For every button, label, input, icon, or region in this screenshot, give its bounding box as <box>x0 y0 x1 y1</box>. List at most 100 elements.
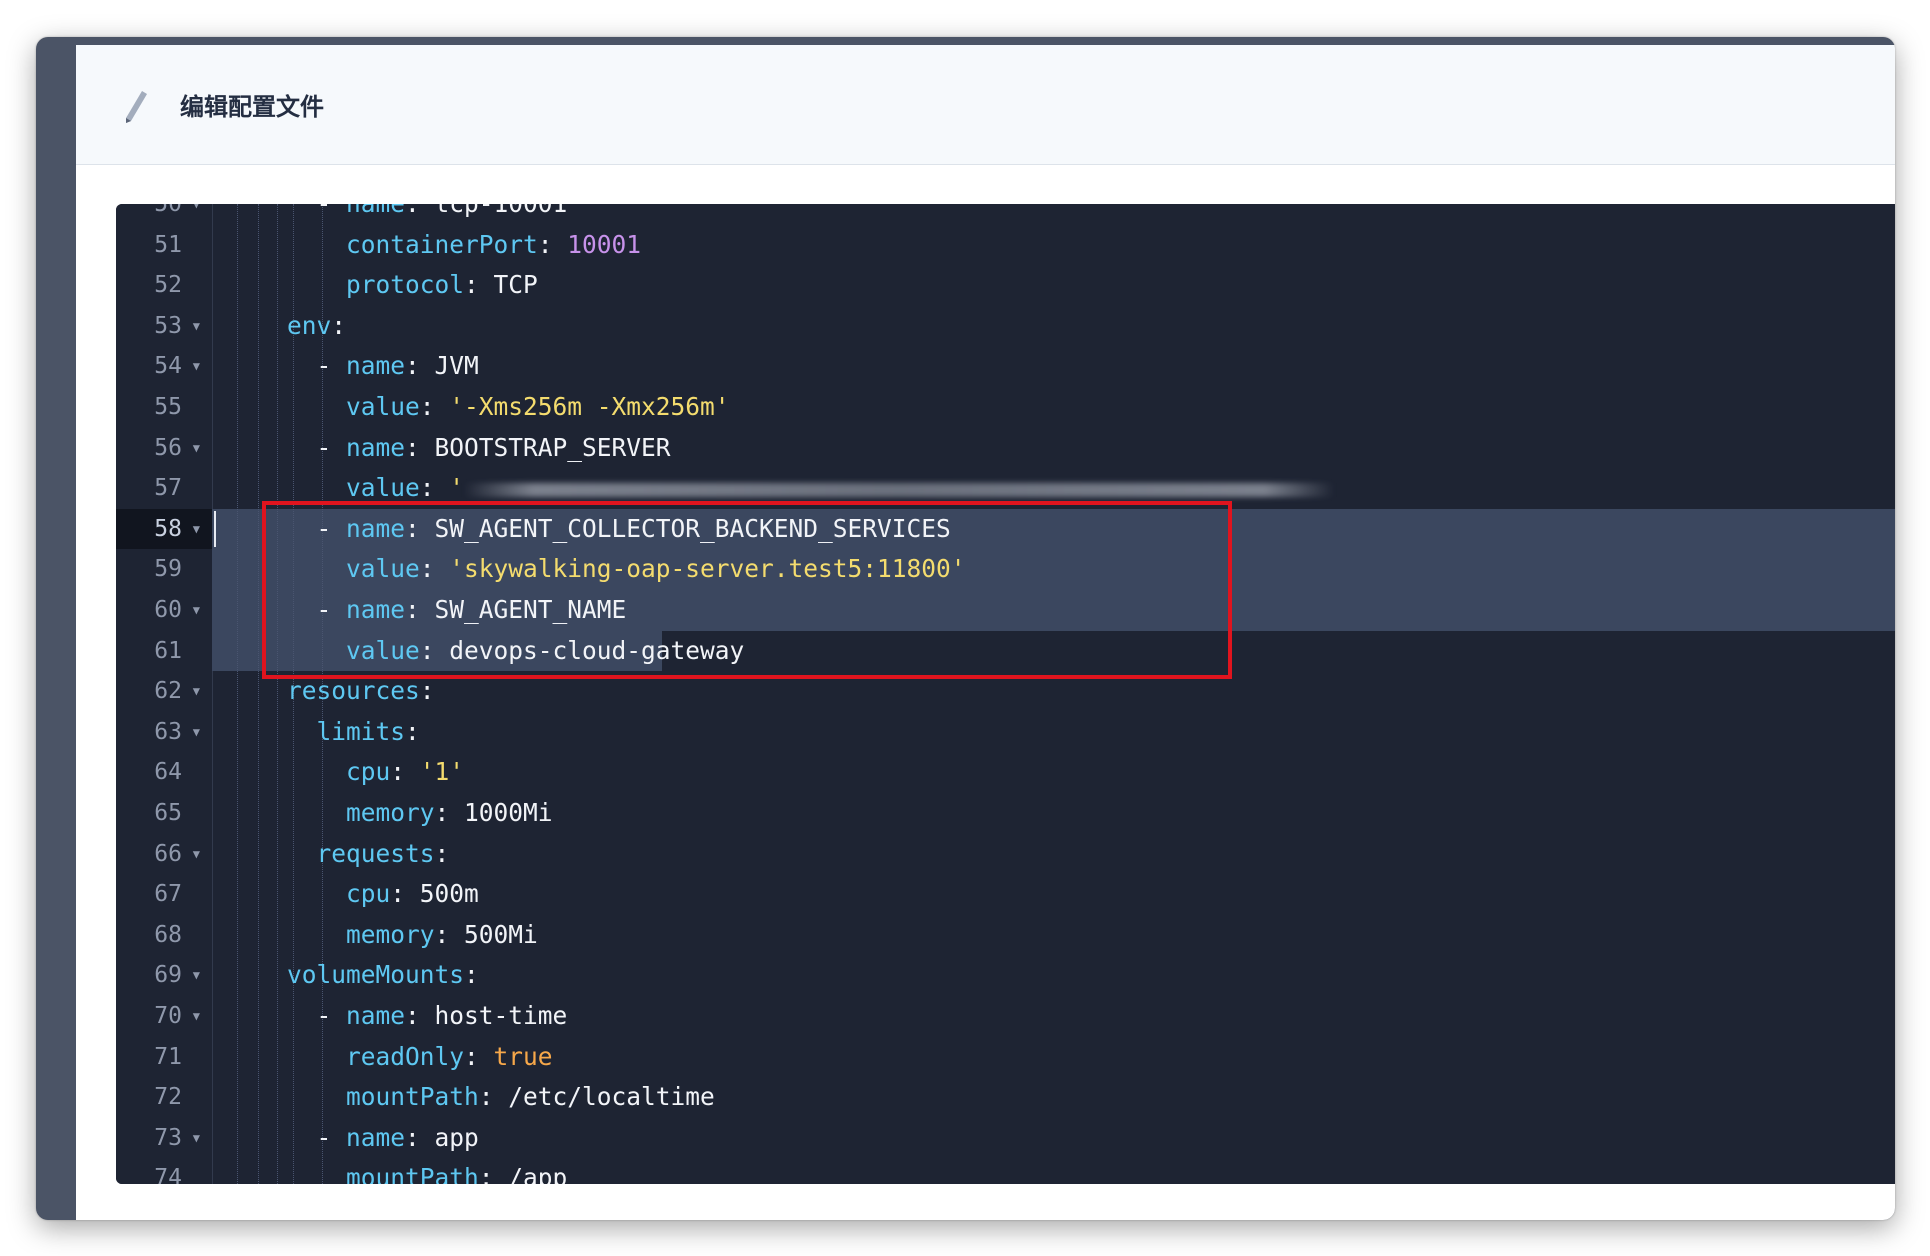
line-number: 57 <box>116 468 212 508</box>
line-number-gutter: 50 ▼ 51 52 53 ▼ 54 ▼ 55 56 ▼ 57 58 ▼ 59 60 ▼ 61 62 ▼ 63 ▼ 64 65… <box>116 204 213 1184</box>
code-line[interactable]: memory: 1000Mi <box>212 793 1895 833</box>
annotation-highlight-box <box>261 500 1232 680</box>
yaml-value: tcp-10001 <box>435 204 568 218</box>
code-line[interactable]: value: '-Xms256m -Xmx256m' <box>212 387 1895 427</box>
yaml-key: name <box>346 204 405 218</box>
yaml-key: name <box>346 432 406 462</box>
yaml-key: mountPath <box>346 1082 479 1112</box>
fold-toggle-icon[interactable]: ▼ <box>193 1118 200 1158</box>
code-line[interactable]: volumeMounts: <box>212 955 1895 995</box>
line-number: 60 ▼ <box>116 590 212 630</box>
line-number-text: 52 <box>154 272 182 299</box>
code-line[interactable]: - name: host-time <box>212 996 1895 1036</box>
line-number-text: 58 <box>154 515 182 542</box>
edit-config-panel: 编辑配置文件 50 ▼ 51 52 53 ▼ 54 ▼ 55 56 ▼ 57 58 ▼ 59 60 ▼ 61 62 ▼… <box>76 45 1895 1220</box>
code-line[interactable]: cpu: '1' <box>212 752 1895 792</box>
yaml-key: limits <box>316 716 406 746</box>
yaml-key: name <box>346 351 406 381</box>
yaml-key: protocol <box>346 270 465 300</box>
line-number-text: 62 <box>154 678 182 705</box>
code-content[interactable]: - name: tcp-10001 containerPort: 10001 p… <box>212 204 1895 1184</box>
yaml-key: cpu <box>346 757 391 787</box>
code-line[interactable]: requests: <box>212 834 1895 874</box>
fold-toggle-icon[interactable]: ▼ <box>193 346 200 386</box>
line-number-text: 50 <box>154 204 182 217</box>
fold-toggle-icon[interactable]: ▼ <box>193 428 200 468</box>
code-line[interactable]: mountPath: /app <box>212 1158 1895 1184</box>
line-number: 54 ▼ <box>116 346 212 386</box>
panel-title: 编辑配置文件 <box>180 93 324 121</box>
yaml-value: '-Xms256m -Xmx256m' <box>449 392 730 421</box>
yaml-value: /app <box>508 1163 568 1184</box>
redacted-value <box>464 483 1334 498</box>
fold-toggle-icon[interactable]: ▼ <box>193 509 200 549</box>
pencil-icon <box>126 91 147 123</box>
line-number: 65 <box>116 793 212 833</box>
yaml-value: 500Mi <box>464 919 538 949</box>
line-number-text: 73 <box>154 1124 182 1151</box>
yaml-key: volumeMounts <box>287 960 465 990</box>
line-number-text: 68 <box>154 921 182 948</box>
code-line[interactable]: limits: <box>212 712 1895 752</box>
code-line[interactable]: memory: 500Mi <box>212 915 1895 955</box>
code-line[interactable]: containerPort: 10001 <box>212 225 1895 265</box>
fold-toggle-icon[interactable]: ▼ <box>193 306 200 346</box>
line-number-text: 57 <box>154 475 182 502</box>
yaml-code-editor[interactable]: 50 ▼ 51 52 53 ▼ 54 ▼ 55 56 ▼ 57 58 ▼ 59 60 ▼ 61 62 ▼ 63 ▼ 64 65… <box>116 204 1895 1184</box>
yaml-key: value <box>346 392 420 421</box>
line-number-text: 51 <box>154 231 182 258</box>
yaml-value: app <box>434 1122 479 1152</box>
code-line[interactable]: env: <box>212 306 1895 346</box>
yaml-value: 500m <box>419 879 479 909</box>
line-number: 64 <box>116 752 212 792</box>
fold-toggle-icon[interactable]: ▼ <box>193 955 200 995</box>
line-number-text: 64 <box>154 759 182 786</box>
yaml-key: memory <box>346 798 435 827</box>
line-number-text: 56 <box>154 434 182 461</box>
line-number: 53 ▼ <box>116 306 212 346</box>
code-line[interactable]: protocol: TCP <box>212 265 1895 305</box>
code-line[interactable]: readOnly: true <box>212 1037 1895 1077</box>
line-number: 67 <box>116 874 212 914</box>
line-number-text: 65 <box>154 800 182 826</box>
fold-toggle-icon[interactable]: ▼ <box>193 834 200 874</box>
line-number-text: 53 <box>154 312 182 339</box>
code-line[interactable]: cpu: 500m <box>212 874 1895 914</box>
line-number: 62 ▼ <box>116 671 212 711</box>
fold-toggle-icon[interactable]: ▼ <box>193 204 200 224</box>
code-line[interactable]: - name: app <box>212 1118 1895 1158</box>
yaml-value: 10001 <box>567 229 642 259</box>
fold-toggle-icon[interactable]: ▼ <box>193 590 200 630</box>
line-number-text: 59 <box>154 556 182 583</box>
line-number: 73 ▼ <box>116 1118 212 1158</box>
code-line[interactable]: - name: JVM <box>212 346 1895 386</box>
fold-toggle-icon[interactable]: ▼ <box>193 996 200 1036</box>
yaml-key: name <box>346 1122 406 1152</box>
line-number-text: 55 <box>154 394 182 420</box>
yaml-key: cpu <box>346 879 391 909</box>
line-number: 50 ▼ <box>116 204 212 224</box>
fold-toggle-icon[interactable]: ▼ <box>193 712 200 752</box>
line-number-text: 54 <box>154 353 182 380</box>
line-number: 68 <box>116 915 212 955</box>
line-number-text: 69 <box>154 962 182 989</box>
code-line[interactable]: - name: tcp-10001 <box>212 204 1895 224</box>
yaml-key: mountPath <box>346 1163 479 1184</box>
code-line[interactable]: - name: BOOTSTRAP_SERVER <box>212 428 1895 468</box>
line-number: 58 ▼ <box>116 508 212 549</box>
yaml-key: memory <box>346 919 435 949</box>
yaml-key: env <box>287 310 332 340</box>
line-number-text: 72 <box>154 1084 182 1111</box>
yaml-value: 1000Mi <box>464 798 553 827</box>
fold-toggle-icon[interactable]: ▼ <box>193 671 200 711</box>
yaml-key: requests <box>316 838 435 868</box>
line-number: 51 <box>116 225 212 265</box>
yaml-value: TCP <box>493 270 538 300</box>
line-number: 52 <box>116 265 212 305</box>
line-number-text: 70 <box>154 1003 182 1029</box>
yaml-value: '1' <box>419 757 465 787</box>
line-number: 72 <box>116 1077 212 1117</box>
yaml-key: resources <box>287 676 420 706</box>
line-number-text: 63 <box>154 718 182 745</box>
code-line[interactable]: mountPath: /etc/localtime <box>212 1077 1895 1117</box>
